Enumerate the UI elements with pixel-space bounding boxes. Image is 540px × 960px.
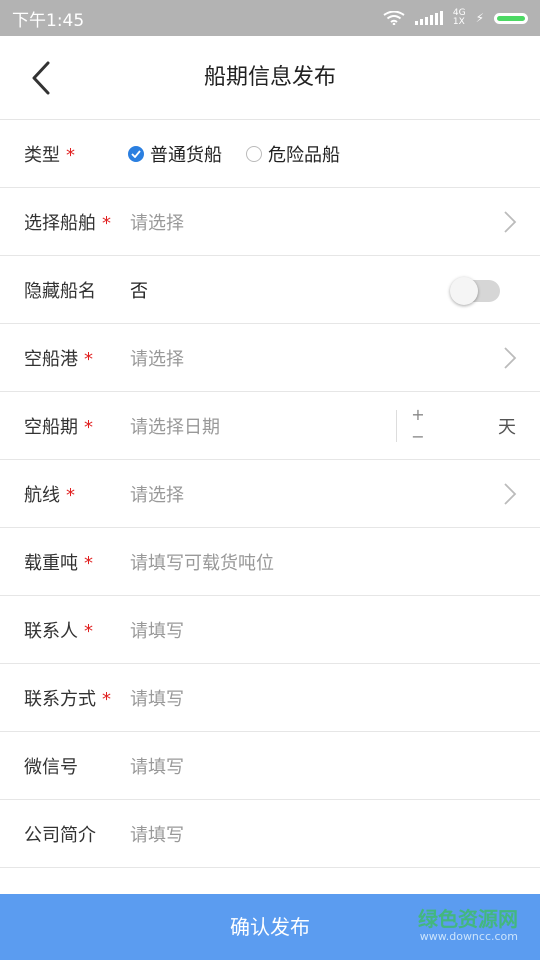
required-mark: * [84, 552, 93, 574]
required-mark: * [84, 348, 93, 370]
type-label: 类型 * [24, 141, 75, 167]
route-label-text: 航线 [24, 484, 60, 506]
wifi-icon [383, 11, 405, 25]
form-row-type: 类型 * 普通货船 危险品船 [0, 120, 540, 188]
form-row-phone: 联系方式 * 请填写 [0, 664, 540, 732]
contact-label-text: 联系人 [24, 620, 78, 642]
chevron-right-icon [504, 211, 517, 233]
phone-input[interactable]: 请填写 [130, 685, 184, 711]
type-radio-group: 普通货船 危险品船 [128, 141, 340, 167]
type-label-text: 类型 [24, 144, 60, 166]
radio-unchecked-icon [246, 145, 262, 162]
toggle-knob [450, 277, 478, 305]
chevron-right-icon [504, 483, 517, 505]
phone-label-text: 联系方式 [24, 688, 96, 710]
status-time: 下午1:45 [12, 10, 85, 31]
radio-normal-cargo-label: 普通货船 [150, 144, 222, 166]
watermark-main: 绿色资源网 [418, 907, 518, 931]
stepper-minus-button[interactable]: − [410, 426, 426, 448]
days-stepper: + − [410, 404, 426, 448]
phone-label: 联系方式 * [24, 685, 111, 711]
form-row-company: 公司简介 请填写 [0, 800, 540, 868]
date-picker[interactable]: 请选择日期 [130, 413, 220, 439]
required-mark: * [66, 484, 75, 506]
route-select[interactable]: 请选择 [130, 481, 184, 507]
form-row-contact: 联系人 * 请填写 [0, 596, 540, 664]
port-label: 空船港 * [24, 345, 93, 371]
page-title: 船期信息发布 [203, 65, 336, 90]
status-icons: 4G 1X ⚡ [383, 9, 528, 27]
form-row-ship[interactable]: 选择船舶 * 请选择 [0, 188, 540, 256]
stepper-plus-button[interactable]: + [410, 404, 426, 426]
route-label: 航线 * [24, 481, 75, 507]
port-select[interactable]: 请选择 [130, 345, 184, 371]
required-mark: * [66, 144, 75, 166]
ship-schedule-form: 类型 * 普通货船 危险品船 选择船舶 * 请选择 隐藏船名 否 空船港 * 请选择 [0, 120, 540, 868]
radio-hazardous[interactable]: 危险品船 [246, 141, 340, 167]
wechat-input[interactable]: 请填写 [130, 753, 184, 779]
hide-name-label: 隐藏船名 [24, 280, 96, 302]
days-unit: 天 [498, 416, 516, 438]
battery-icon [494, 12, 528, 24]
port-label-text: 空船港 [24, 348, 78, 370]
company-label: 公司简介 [24, 824, 96, 846]
radio-checked-icon [128, 145, 144, 162]
network-sub: 1X [452, 17, 465, 27]
radio-normal-cargo[interactable]: 普通货船 [128, 141, 222, 167]
form-row-port[interactable]: 空船港 * 请选择 [0, 324, 540, 392]
required-mark: * [102, 212, 111, 234]
radio-hazardous-label: 危险品船 [268, 144, 340, 166]
hide-name-value: 否 [130, 280, 148, 302]
contact-input[interactable]: 请填写 [130, 617, 184, 643]
required-mark: * [102, 688, 111, 710]
ship-label-text: 选择船舶 [24, 212, 96, 234]
ship-label: 选择船舶 * [24, 209, 111, 235]
hide-name-toggle[interactable] [450, 277, 500, 305]
tonnage-input[interactable]: 请填写可载货吨位 [130, 549, 274, 575]
chevron-right-icon [504, 347, 517, 369]
divider [396, 410, 397, 442]
ship-select[interactable]: 请选择 [130, 209, 184, 235]
company-input[interactable]: 请填写 [130, 821, 184, 847]
watermark: 绿色资源网 www.downcc.com [418, 908, 518, 944]
form-row-wechat: 微信号 请填写 [0, 732, 540, 800]
date-label: 空船期 * [24, 413, 93, 439]
tonnage-label: 载重吨 * [24, 549, 93, 575]
form-row-date: 空船期 * 请选择日期 + − 天 [0, 392, 540, 460]
tonnage-label-text: 载重吨 [24, 552, 78, 574]
date-label-text: 空船期 [24, 416, 78, 438]
required-mark: * [84, 416, 93, 438]
network-indicator: 4G 1X [453, 9, 466, 27]
form-row-hide-name: 隐藏船名 否 [0, 256, 540, 324]
form-row-tonnage: 载重吨 * 请填写可载货吨位 [0, 528, 540, 596]
nav-bar: 船期信息发布 [0, 36, 540, 120]
contact-label: 联系人 * [24, 617, 93, 643]
watermark-url: www.downcc.com [419, 930, 518, 943]
signal-icon [414, 11, 443, 25]
form-row-route[interactable]: 航线 * 请选择 [0, 460, 540, 528]
status-bar: 下午1:45 4G 1X ⚡ [0, 0, 540, 36]
required-mark: * [84, 620, 93, 642]
wechat-label: 微信号 [24, 756, 78, 778]
charging-icon: ⚡ [475, 11, 484, 25]
